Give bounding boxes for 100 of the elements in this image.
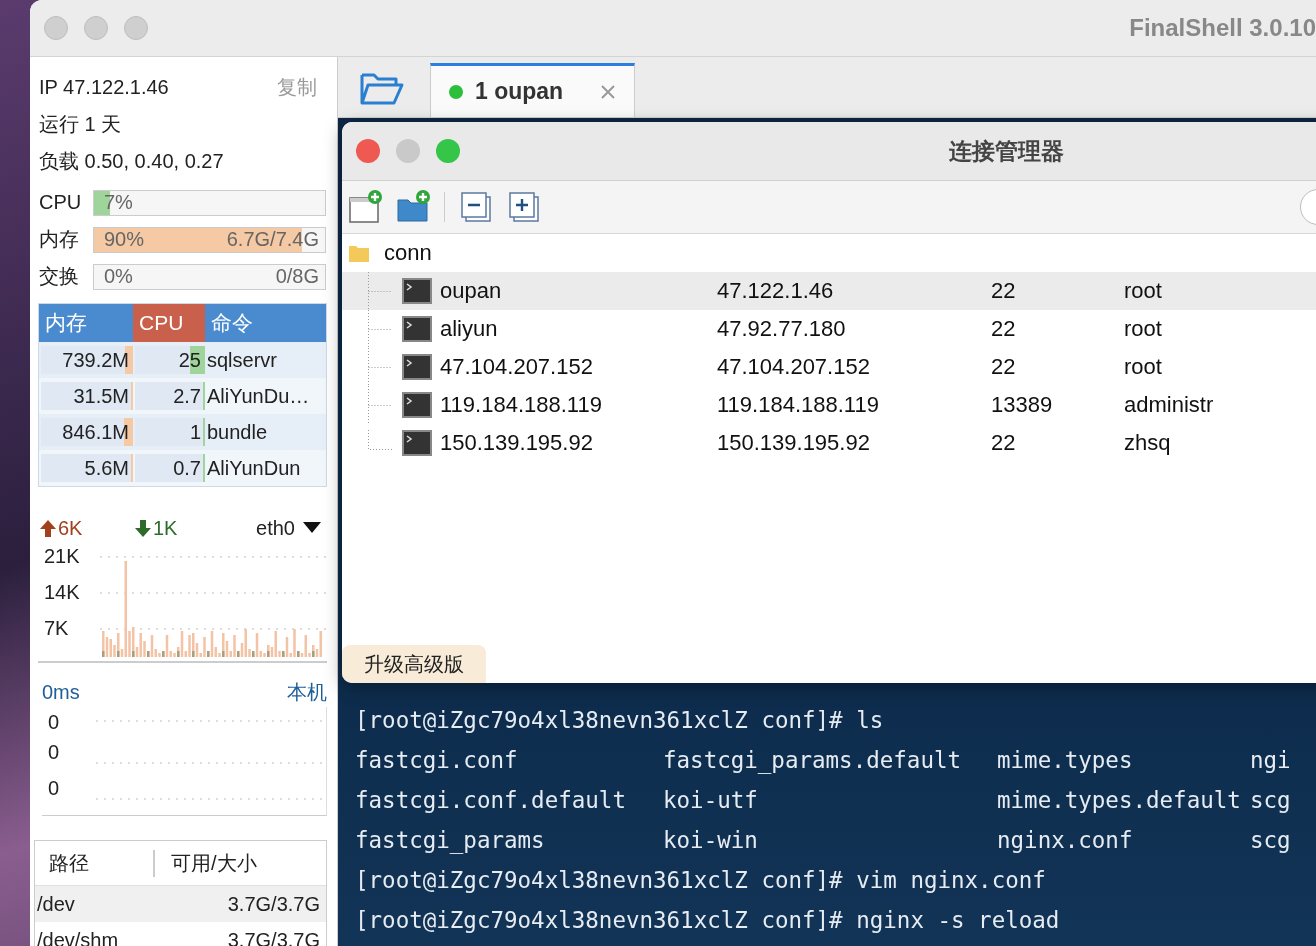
terminal-line: [root@iZgc79o4xl38nevn361xclZ conf]# vim nginx.conf xyxy=(355,867,1046,893)
disk-usage: 3.7G/3.7G xyxy=(227,892,320,916)
table-cell-text: 22 xyxy=(991,430,1017,456)
table-cell-text: 47.92.77.180 xyxy=(717,316,847,342)
table-cell-text: 22 xyxy=(991,354,1017,380)
dropdown-caret-icon xyxy=(303,522,321,534)
file-name: mime.types xyxy=(997,747,1134,773)
close-icon[interactable] xyxy=(600,83,616,100)
axis-label: 0 xyxy=(48,741,60,764)
column-header[interactable]: 内存 xyxy=(39,304,133,342)
connection-row[interactable]: oupan 47.122.1.46 22 root xyxy=(342,272,1316,310)
ip-address: IP 47.122.1.46 xyxy=(39,76,169,99)
download-speed: 1K xyxy=(153,516,178,540)
download-bar xyxy=(192,651,195,657)
axis-label: 7K xyxy=(44,617,69,640)
meter-detail: 0/8G xyxy=(275,265,319,288)
table-cell-text: 119.184.188.119 xyxy=(717,392,880,418)
meter-label: 内存 xyxy=(39,227,80,252)
zoom-window-button[interactable] xyxy=(124,16,148,40)
connection-row[interactable]: 47.104.207.152 47.104.207.152 22 root xyxy=(342,348,1316,386)
upload-arrow-icon xyxy=(38,518,58,538)
table-cell-text: administr xyxy=(1124,392,1215,418)
download-arrow-icon xyxy=(133,518,153,538)
table-cell-text: AliYunDun xyxy=(206,456,302,480)
table-cell-text: 13389 xyxy=(991,392,1054,418)
axis-label: 14K xyxy=(44,581,80,604)
column-header[interactable]: 路径 xyxy=(35,849,153,877)
terminal-icon xyxy=(402,278,432,304)
table-cell-text: AliYunDu… xyxy=(206,384,311,408)
file-name: mime.types.default xyxy=(997,787,1242,813)
meter-label: CPU xyxy=(39,191,83,214)
axis-label: 0 xyxy=(48,777,60,800)
download-bar xyxy=(267,651,270,657)
file-name: fastcgi.conf xyxy=(355,747,519,773)
axis-label: 21K xyxy=(44,545,80,568)
folder-icon xyxy=(348,243,370,263)
table-cell-text: bundle xyxy=(206,420,269,444)
table-cell-text: 47.104.207.152 xyxy=(717,354,871,380)
expand-all-icon[interactable] xyxy=(507,190,541,224)
upgrade-tab[interactable]: 升级高级版 xyxy=(342,645,486,683)
session-tab[interactable]: 1 oupan xyxy=(430,63,635,117)
close-window-button[interactable] xyxy=(44,16,68,40)
connection-name: 119.184.188.119 xyxy=(440,392,602,418)
connection-name: 150.139.195.92 xyxy=(440,430,593,456)
minimize-window-button[interactable] xyxy=(396,139,420,163)
file-name: koi-win xyxy=(663,827,759,853)
meter-label: 交换 xyxy=(39,264,80,289)
connection-row[interactable]: aliyun 47.92.77.180 22 root xyxy=(342,310,1316,348)
collapse-all-icon[interactable] xyxy=(459,190,493,224)
latency-value: 0ms xyxy=(42,680,80,704)
interface-dropdown[interactable]: eth0 xyxy=(256,516,321,540)
file-name: koi-utf xyxy=(663,787,759,813)
tree-connector-line xyxy=(368,386,394,424)
terminal-icon xyxy=(402,354,432,380)
column-header[interactable]: CPU xyxy=(133,304,205,342)
memory-value: 846.1M xyxy=(62,420,129,444)
download-bar xyxy=(117,651,120,657)
table-cell-text: root xyxy=(1124,316,1163,342)
column-header[interactable]: 可用/大小 xyxy=(153,849,326,877)
file-name: ngi xyxy=(1250,747,1292,773)
table-cell-text: 47.122.1.46 xyxy=(717,278,835,304)
download-bar xyxy=(177,651,180,657)
close-window-button[interactable] xyxy=(356,139,380,163)
new-connection-icon[interactable] xyxy=(348,190,382,224)
tree-folder[interactable]: conn xyxy=(342,234,1316,272)
memory-value: 739.2M xyxy=(62,348,129,372)
table-cell-text: root xyxy=(1124,354,1163,380)
download-bar xyxy=(222,651,225,657)
folder-icon[interactable] xyxy=(360,71,404,107)
download-bar xyxy=(312,651,315,657)
cpu-value: 1 xyxy=(189,420,201,444)
download-bar xyxy=(147,651,150,657)
connection-row[interactable]: 150.139.195.92 150.139.195.92 22 zhsq xyxy=(342,424,1316,462)
minimize-window-button[interactable] xyxy=(84,16,108,40)
terminal-icon xyxy=(402,316,432,342)
table-cell-text: 22 xyxy=(991,278,1017,304)
cpu-value: 25 xyxy=(178,348,201,372)
tree-connector-line xyxy=(368,348,394,386)
disk-usage: 3.7G/3.7G xyxy=(227,928,320,946)
zoom-window-button[interactable] xyxy=(436,139,460,163)
table-cell-text: root xyxy=(1124,278,1163,304)
app-title: FinalShell 3.0.10 xyxy=(1129,14,1316,42)
download-bar xyxy=(162,651,165,657)
column-header[interactable]: 命令 xyxy=(205,304,326,342)
new-folder-icon[interactable] xyxy=(396,190,430,224)
table-cell-text: 150.139.195.92 xyxy=(717,430,871,456)
download-bar xyxy=(297,651,300,657)
memory-value: 5.6M xyxy=(84,456,129,480)
axis-label: 0 xyxy=(48,711,60,734)
cpu-value: 0.7 xyxy=(173,456,201,480)
connection-name: 47.104.207.152 xyxy=(440,354,593,380)
dialog-title: 连接管理器 xyxy=(947,136,1065,166)
table-cell-text: zhsq xyxy=(1124,430,1172,456)
meter-percent: 90% xyxy=(104,228,145,251)
meter-percent: 0% xyxy=(104,265,133,288)
ping-target[interactable]: 本机 xyxy=(287,678,327,706)
download-bar xyxy=(102,651,105,657)
terminal-line: [root@iZgc79o4xl38nevn361xclZ conf]# nginx -s reload xyxy=(355,907,1060,933)
connection-row[interactable]: 119.184.188.119 119.184.188.119 13389 administr xyxy=(342,386,1316,424)
download-bar xyxy=(132,651,135,657)
